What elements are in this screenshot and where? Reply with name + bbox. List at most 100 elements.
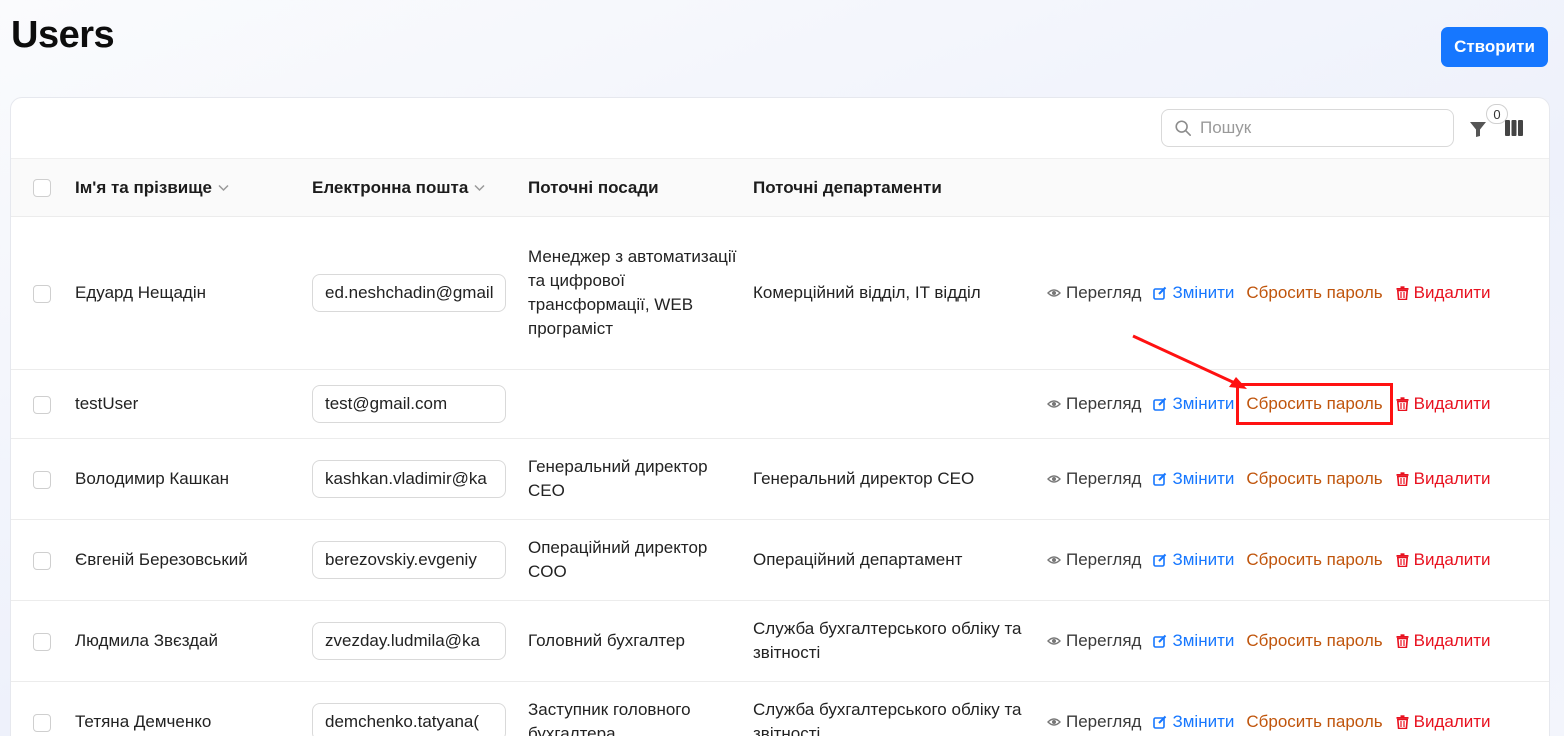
reset-password-button[interactable]: Сбросить пароль xyxy=(1239,542,1389,578)
chevron-down-icon xyxy=(474,184,485,192)
edit-button[interactable]: Змінити xyxy=(1153,281,1234,305)
row-actions: Перегляд Змінити Сбросить пароль Видалити xyxy=(1043,623,1549,659)
reset-password-button[interactable]: Сбросить пароль xyxy=(1239,275,1389,311)
column-header-positions: Поточні посади xyxy=(528,177,659,197)
user-positions: Операційний директор COO xyxy=(528,538,708,581)
user-positions: Головний бухгалтер xyxy=(528,631,685,650)
user-name: Євгеній Березовський xyxy=(75,550,248,569)
user-name: Людмила Звєздай xyxy=(75,631,218,650)
create-button[interactable]: Створити xyxy=(1441,27,1548,67)
page-title: Users xyxy=(11,14,115,56)
trash-icon xyxy=(1396,472,1409,486)
row-actions: Перегляд Змінити Сбросить пароль Видалити xyxy=(1043,383,1549,425)
user-positions: Менеджер з автоматизації та цифрової тра… xyxy=(528,247,737,338)
edit-icon xyxy=(1153,397,1167,411)
user-departments: Операційний департамент xyxy=(753,550,963,569)
row-checkbox[interactable] xyxy=(33,470,51,489)
trash-icon xyxy=(1396,397,1409,411)
edit-button[interactable]: Змінити xyxy=(1153,467,1234,491)
table-row: Євгеній Березовський Операційний директор… xyxy=(11,520,1549,601)
edit-icon xyxy=(1153,715,1167,729)
row-actions: Перегляд Змінити Сбросить пароль Видалити xyxy=(1043,704,1549,736)
table-toolbar: 0 xyxy=(11,98,1549,158)
row-checkbox[interactable] xyxy=(33,551,51,570)
view-button[interactable]: Перегляд xyxy=(1047,281,1141,305)
edit-icon xyxy=(1153,634,1167,648)
email-field[interactable] xyxy=(312,541,506,579)
delete-button[interactable]: Видалити xyxy=(1396,710,1491,734)
eye-icon xyxy=(1047,289,1061,297)
email-field[interactable] xyxy=(312,622,506,660)
reset-password-button[interactable]: Сбросить пароль xyxy=(1239,704,1389,736)
user-departments: Служба бухгалтерського обліку та звітнос… xyxy=(753,700,1022,736)
email-field[interactable] xyxy=(312,274,506,312)
user-positions: Генеральний директор CEO xyxy=(528,457,708,500)
trash-icon xyxy=(1396,634,1409,648)
eye-icon xyxy=(1047,400,1061,408)
edit-button[interactable]: Змінити xyxy=(1153,710,1234,734)
eye-icon xyxy=(1047,637,1061,645)
edit-button[interactable]: Змінити xyxy=(1153,392,1234,416)
users-table-card: 0 Ім'я та прізвище Електронна пошта Пото… xyxy=(10,97,1550,736)
columns-icon[interactable] xyxy=(1505,120,1523,136)
table-row: Володимир Кашкан Генеральний директор CEO… xyxy=(11,439,1549,520)
table-header-row: Ім'я та прізвище Електронна пошта Поточн… xyxy=(11,158,1549,217)
delete-button[interactable]: Видалити xyxy=(1396,467,1491,491)
edit-icon xyxy=(1153,472,1167,486)
row-checkbox[interactable] xyxy=(33,632,51,651)
select-all-checkbox[interactable] xyxy=(33,179,51,198)
column-header-actions xyxy=(1043,159,1549,217)
delete-button[interactable]: Видалити xyxy=(1396,629,1491,653)
eye-icon xyxy=(1047,475,1061,483)
row-checkbox[interactable] xyxy=(33,713,51,732)
table-row: Тетяна Демченко Заступник головного бухга… xyxy=(11,682,1549,736)
view-button[interactable]: Перегляд xyxy=(1047,548,1141,572)
user-departments: Служба бухгалтерського обліку та звітнос… xyxy=(753,619,1022,662)
search-input[interactable] xyxy=(1200,118,1440,138)
table-row: Едуард Нещадін Менеджер з автоматизації т… xyxy=(11,217,1549,370)
view-button[interactable]: Перегляд xyxy=(1047,467,1141,491)
trash-icon xyxy=(1396,553,1409,567)
table-row: testUser Перегляд ЗмінитиСбросить парольВи… xyxy=(11,370,1549,439)
user-departments: Комерційний відділ, IT відділ xyxy=(753,283,981,302)
email-field[interactable] xyxy=(312,385,506,423)
row-checkbox[interactable] xyxy=(33,395,51,414)
trash-icon xyxy=(1396,286,1409,300)
user-departments: Генеральний директор CEO xyxy=(753,469,975,488)
table-row: Людмила Звєздай Головний бухгалтер Служба … xyxy=(11,601,1549,682)
user-name: Тетяна Демченко xyxy=(75,712,212,731)
trash-icon xyxy=(1396,715,1409,729)
delete-button[interactable]: Видалити xyxy=(1396,281,1491,305)
row-actions: Перегляд Змінити Сбросить пароль Видалити xyxy=(1043,275,1549,311)
row-checkbox[interactable] xyxy=(33,284,51,303)
delete-button[interactable]: Видалити xyxy=(1396,548,1491,572)
view-button[interactable]: Перегляд xyxy=(1047,629,1141,653)
delete-button[interactable]: Видалити xyxy=(1396,392,1491,416)
users-table: Ім'я та прізвище Електронна пошта Поточн… xyxy=(11,158,1549,736)
row-actions: Перегляд Змінити Сбросить пароль Видалити xyxy=(1043,542,1549,578)
user-positions xyxy=(528,370,753,439)
reset-password-button[interactable]: Сбросить пароль xyxy=(1236,383,1393,425)
user-positions: Заступник головного бухгалтера xyxy=(528,700,691,736)
column-header-departments: Поточні департаменти xyxy=(753,177,942,197)
edit-button[interactable]: Змінити xyxy=(1153,548,1234,572)
edit-button[interactable]: Змінити xyxy=(1153,629,1234,653)
email-field[interactable] xyxy=(312,703,506,736)
user-name: testUser xyxy=(75,394,139,413)
edit-icon xyxy=(1153,553,1167,567)
view-button[interactable]: Перегляд xyxy=(1047,392,1141,416)
edit-icon xyxy=(1153,286,1167,300)
column-header-name[interactable]: Ім'я та прізвище xyxy=(75,159,312,217)
chevron-down-icon xyxy=(218,184,229,192)
column-header-email[interactable]: Електронна пошта xyxy=(312,159,528,217)
user-name: Володимир Кашкан xyxy=(75,469,230,488)
row-actions: Перегляд Змінити Сбросить пароль Видалити xyxy=(1043,461,1549,497)
reset-password-button[interactable]: Сбросить пароль xyxy=(1239,461,1389,497)
filter-icon[interactable] xyxy=(1469,120,1487,138)
eye-icon xyxy=(1047,556,1061,564)
search-box[interactable] xyxy=(1161,109,1454,147)
view-button[interactable]: Перегляд xyxy=(1047,710,1141,734)
reset-password-button[interactable]: Сбросить пароль xyxy=(1239,623,1389,659)
user-departments xyxy=(753,370,1043,439)
email-field[interactable] xyxy=(312,460,506,498)
